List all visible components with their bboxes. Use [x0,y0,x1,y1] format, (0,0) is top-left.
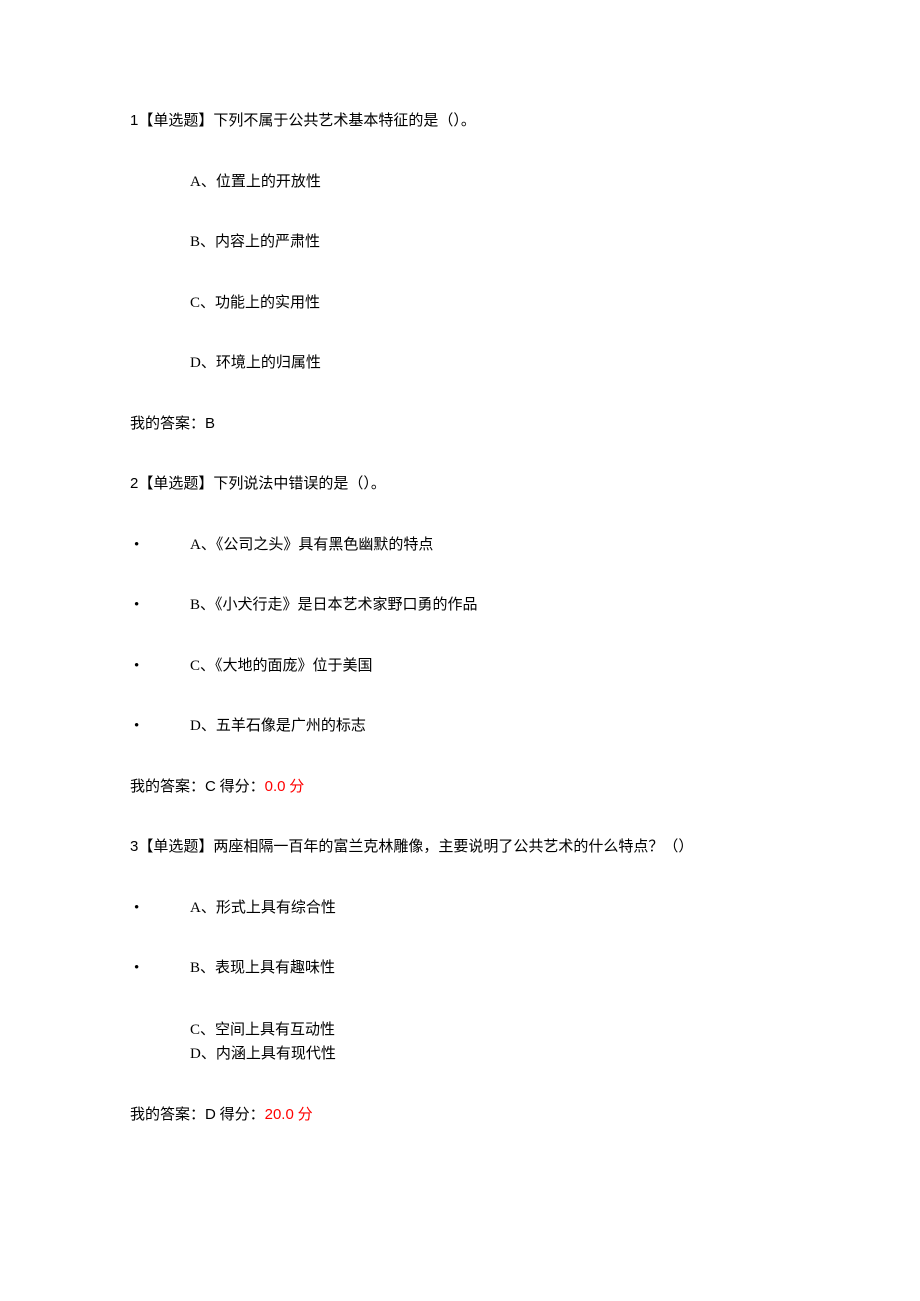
question-3-prompt: 3【单选题】两座相隔一百年的富兰克林雕像，主要说明了公共艺术的什么特点？（） [130,836,790,859]
question-2-prompt: 2【单选题】下列说法中错误的是（）。 [130,473,790,496]
question-text: 【单选题】下列不属于公共艺术基本特征的是（）。 [138,113,476,129]
option-text: C、功能上的实用性 [190,295,320,311]
question-3-option-a: •A、形式上具有综合性 [130,897,790,920]
question-text: 【单选题】两座相隔一百年的富兰克林雕像，主要说明了公共艺术的什么特点？（） [138,839,693,855]
question-text: 【单选题】下列说法中错误的是（）。 [138,476,386,492]
answer-value: D [205,1106,216,1123]
option-text: A、形式上具有综合性 [190,900,336,916]
score-label: 得分： [216,779,265,795]
option-text: A、位置上的开放性 [190,174,321,190]
answer-label: 我的答案： [130,779,205,795]
question-2-option-a: •A、《公司之头》具有黑色幽默的特点 [130,534,790,557]
option-text: D、环境上的归属性 [190,355,321,371]
question-1-option-b: B、内容上的严肃性 [190,231,790,254]
answer-value: C [205,778,216,795]
answer-label: 我的答案： [130,416,205,432]
option-text: D、五羊石像是广州的标志 [190,718,366,734]
bullet-icon: • [130,534,190,557]
question-3-option-d: D、内涵上具有现代性 [190,1042,790,1066]
question-3-options-cd: C、空间上具有互动性 D、内涵上具有现代性 [190,1018,790,1066]
question-3-answer: 我的答案：D 得分：20.0 分 [130,1104,790,1127]
bullet-icon: • [130,715,190,738]
answer-value: B [205,415,215,432]
question-1-prompt: 1【单选题】下列不属于公共艺术基本特征的是（）。 [130,110,790,133]
bullet-icon: • [130,957,190,980]
bullet-icon: • [130,594,190,617]
question-1-option-c: C、功能上的实用性 [190,292,790,315]
question-1-answer: 我的答案：B [130,413,790,436]
score-value: 20.0 分 [265,1107,313,1123]
bullet-icon: • [130,897,190,920]
bullet-icon: • [130,655,190,678]
question-2-option-b: •B、《小犬行走》是日本艺术家野口勇的作品 [130,594,790,617]
question-1-option-d: D、环境上的归属性 [190,352,790,375]
option-text: A、《公司之头》具有黑色幽默的特点 [190,537,433,553]
score-label: 得分： [216,1107,265,1123]
answer-label: 我的答案： [130,1107,205,1123]
option-text: B、内容上的严肃性 [190,234,320,250]
option-text: C、《大地的面庞》位于美国 [190,658,373,674]
option-text: B、《小犬行走》是日本艺术家野口勇的作品 [190,597,478,613]
question-3-option-b: •B、表现上具有趣味性 [130,957,790,980]
question-1-option-a: A、位置上的开放性 [190,171,790,194]
question-2-answer: 我的答案：C 得分：0.0 分 [130,776,790,799]
document-page: 1【单选题】下列不属于公共艺术基本特征的是（）。 A、位置上的开放性 B、内容上… [0,0,920,1224]
score-value: 0.0 分 [265,779,305,795]
option-text: B、表现上具有趣味性 [190,960,335,976]
question-2-option-d: •D、五羊石像是广州的标志 [130,715,790,738]
question-2-option-c: •C、《大地的面庞》位于美国 [130,655,790,678]
question-3-option-c: C、空间上具有互动性 [190,1018,790,1042]
